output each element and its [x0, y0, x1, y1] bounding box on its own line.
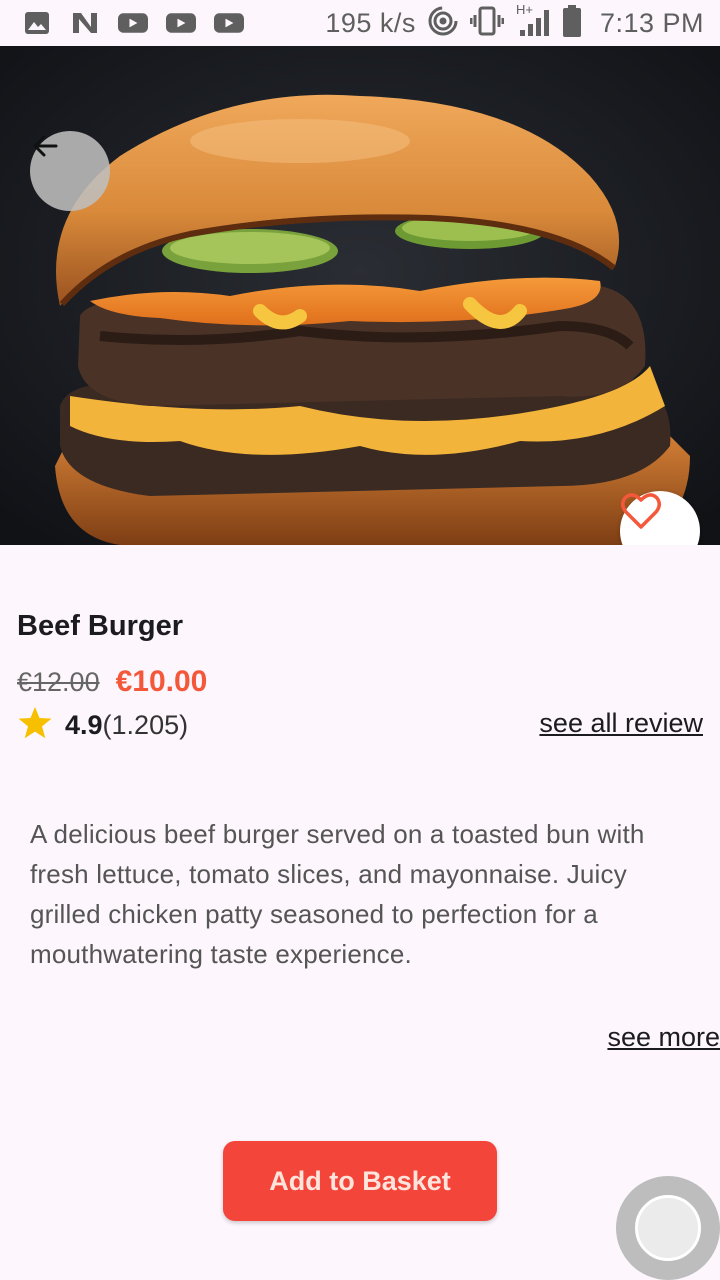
youtube-icon — [214, 11, 244, 35]
assistive-touch-button[interactable] — [616, 1176, 720, 1280]
status-bar: 195 k/s H+ 7:13 PM — [0, 0, 720, 46]
current-price: €10.00 — [115, 665, 208, 698]
price-row: €12.00 €10.00 — [17, 665, 207, 699]
youtube-icon — [118, 11, 148, 35]
back-button[interactable] — [30, 131, 110, 211]
status-bar-system: 195 k/s H+ 7:13 PM — [325, 2, 704, 42]
see-all-review-link[interactable]: see all review — [539, 708, 703, 739]
rating-count: (1.205) — [102, 710, 189, 740]
product-image — [0, 46, 720, 545]
status-bar-notifications — [22, 11, 244, 35]
hotspot-icon — [428, 6, 458, 41]
product-title: Beef Burger — [17, 610, 183, 642]
product-description: A delicious beef burger served on a toas… — [30, 819, 645, 969]
see-more-link[interactable]: see more — [607, 1022, 720, 1053]
old-price: €12.00 — [17, 667, 100, 697]
battery-icon — [562, 4, 582, 42]
clock: 7:13 PM — [599, 7, 704, 38]
signal-icon: H+ — [516, 2, 550, 38]
network-speed: 195 k/s — [325, 7, 416, 38]
rating-value: 4.9 — [65, 710, 103, 740]
burger-illustration — [0, 46, 720, 545]
star-icon — [17, 706, 53, 745]
youtube-icon — [166, 11, 196, 35]
vibrate-icon — [469, 6, 505, 41]
add-to-basket-button[interactable]: Add to Basket — [223, 1141, 497, 1221]
n-app-icon — [70, 11, 100, 35]
assistive-touch-icon — [635, 1195, 701, 1261]
rating-row: 4.9 (1.205) — [17, 706, 188, 745]
image-icon — [22, 11, 52, 35]
